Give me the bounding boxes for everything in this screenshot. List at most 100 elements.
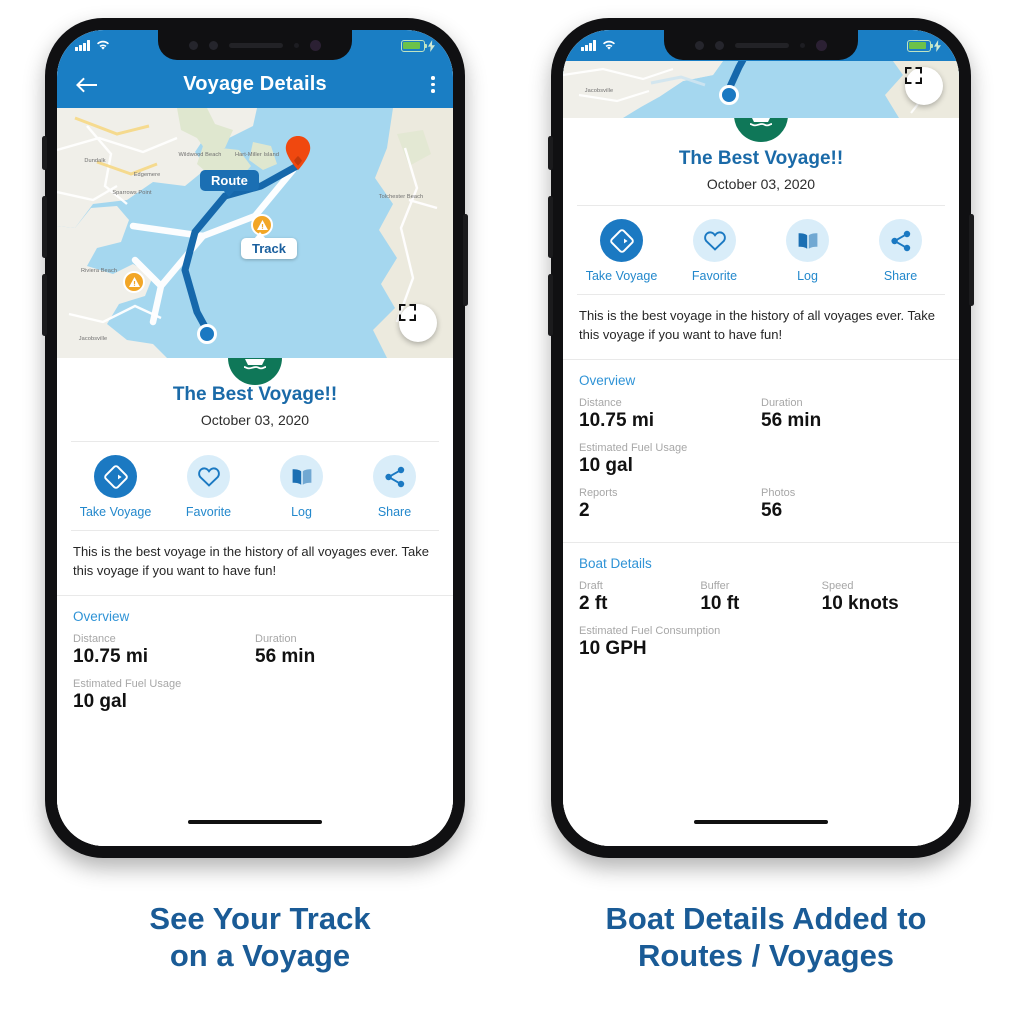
route-callout[interactable]: Route xyxy=(200,170,259,197)
voyage-map-right[interactable]: Jacobsville xyxy=(563,61,959,118)
action-label: Take Voyage xyxy=(79,505,152,519)
mute-switch[interactable] xyxy=(548,136,553,170)
home-indicator[interactable] xyxy=(57,812,453,846)
stat-value: 2 xyxy=(579,499,590,521)
action-log[interactable]: Log xyxy=(761,219,854,283)
action-favorite[interactable]: Favorite xyxy=(162,455,255,519)
mute-switch[interactable] xyxy=(42,136,47,170)
stat-key: Photos xyxy=(761,486,796,499)
dot-projector-icon xyxy=(310,39,321,51)
wifi-icon xyxy=(602,40,615,50)
action-share[interactable]: Share xyxy=(854,219,947,283)
volume-down-button[interactable] xyxy=(42,274,47,336)
action-favorite[interactable]: Favorite xyxy=(668,219,761,283)
action-row-right: Take Voyage Favorite Log Share xyxy=(563,206,959,294)
notch xyxy=(664,30,858,60)
status-right-group xyxy=(907,39,941,52)
book-icon xyxy=(280,455,323,498)
promo-canvas: Voyage Details Dundalk Edgemere Sparrows… xyxy=(0,0,1024,1024)
front-camera-icon xyxy=(695,40,704,50)
earpiece-speaker xyxy=(735,42,789,48)
start-point-icon xyxy=(719,85,739,105)
status-left-group xyxy=(75,40,110,51)
stat-row: Estimated Fuel Usage 10 gal xyxy=(579,442,943,487)
volume-up-button[interactable] xyxy=(42,196,47,258)
map-label: Jacobsville xyxy=(584,88,614,94)
details-scroll-right[interactable]: The Best Voyage!! October 03, 2020 Take … xyxy=(563,118,959,812)
volume-up-button[interactable] xyxy=(548,196,553,258)
stat-value: 10.75 mi xyxy=(579,409,654,431)
action-label: Log xyxy=(291,505,312,519)
stat-key: Duration xyxy=(761,396,803,409)
action-share[interactable]: Share xyxy=(348,455,441,519)
stat-fuel-consumption: Estimated Fuel Consumption 10 GPH xyxy=(579,625,943,660)
stat-duration: Duration 56 min xyxy=(761,397,943,432)
page-title: Voyage Details xyxy=(183,73,327,95)
voyage-map-left[interactable]: Dundalk Edgemere Sparrows Point Wildwood… xyxy=(57,108,453,358)
action-take-voyage[interactable]: Take Voyage xyxy=(69,455,162,519)
stat-value: 56 min xyxy=(255,645,316,667)
section-title: Boat Details xyxy=(579,555,652,571)
section-overview-left: Overview Distance 10.75 mi Duration 56 m… xyxy=(57,596,453,733)
details-scroll-left[interactable]: The Best Voyage!! October 03, 2020 Take … xyxy=(57,358,453,812)
map-label: Dundalk xyxy=(84,158,106,164)
section-title: Overview xyxy=(579,372,636,388)
stat-value: 2 ft xyxy=(579,592,608,614)
front-camera-icon xyxy=(189,40,198,50)
stat-distance: Distance 10.75 mi xyxy=(579,397,761,432)
map-label: Sparrows Point xyxy=(112,190,152,196)
ir-camera-icon xyxy=(209,40,218,50)
action-log[interactable]: Log xyxy=(255,455,348,519)
stat-value: 56 xyxy=(761,499,783,521)
map-label: Tolchester Beach xyxy=(378,194,424,200)
share-icon xyxy=(373,455,416,498)
more-vertical-icon[interactable] xyxy=(431,76,435,93)
ambient-sensor-icon xyxy=(294,42,299,48)
stat-draft: Draft 2 ft xyxy=(579,580,700,615)
status-right-group xyxy=(401,39,435,52)
action-label: Share xyxy=(377,505,412,519)
navigation-arrow-icon xyxy=(94,455,137,498)
action-label: Log xyxy=(797,269,818,283)
power-button[interactable] xyxy=(463,214,468,306)
volume-down-button[interactable] xyxy=(548,274,553,336)
stat-key: Reports xyxy=(579,486,618,499)
action-label: Share xyxy=(883,269,918,283)
stat-value: 56 min xyxy=(761,409,822,431)
map-label: Jacobsville xyxy=(78,336,108,342)
ambient-sensor-icon xyxy=(800,42,805,48)
phone-mockup-right: Jacobsville The Best Voyage!! October 03… xyxy=(548,18,974,858)
voyage-date: October 03, 2020 xyxy=(200,412,310,428)
book-icon xyxy=(786,219,829,262)
navigation-arrow-icon xyxy=(600,219,643,262)
stat-row: Estimated Fuel Usage 10 gal xyxy=(73,678,437,723)
stat-photos: Photos 56 xyxy=(761,487,943,522)
stat-buffer: Buffer 10 ft xyxy=(700,580,821,615)
power-button[interactable] xyxy=(969,214,974,306)
stat-row: Distance 10.75 mi Duration 56 min xyxy=(73,633,437,678)
share-icon xyxy=(879,219,922,262)
stat-value: 10 gal xyxy=(579,454,633,476)
action-take-voyage[interactable]: Take Voyage xyxy=(575,219,668,283)
track-callout[interactable]: Track xyxy=(241,232,297,259)
stat-key: Speed xyxy=(821,579,854,592)
back-arrow-icon[interactable] xyxy=(73,72,99,98)
hazard-warning-icon[interactable] xyxy=(123,271,145,293)
stat-value: 10 knots xyxy=(821,592,899,614)
voyage-title: The Best Voyage!! xyxy=(678,148,844,169)
map-label: Riviera Beach xyxy=(80,268,118,274)
fullscreen-expand-icon[interactable] xyxy=(399,304,437,342)
map-label: Edgemere xyxy=(133,172,161,178)
stat-key: Estimated Fuel Usage xyxy=(73,677,182,690)
charging-bolt-icon xyxy=(428,39,435,52)
action-label: Favorite xyxy=(691,269,738,283)
phone-mockup-left: Voyage Details Dundalk Edgemere Sparrows… xyxy=(42,18,468,858)
stat-key: Distance xyxy=(579,396,622,409)
heart-icon xyxy=(187,455,230,498)
stat-reports: Reports 2 xyxy=(579,487,761,522)
map-pin-icon xyxy=(285,136,311,170)
heart-icon xyxy=(693,219,736,262)
status-left-group xyxy=(581,40,616,51)
home-indicator[interactable] xyxy=(563,812,959,846)
fullscreen-expand-icon[interactable] xyxy=(905,67,943,105)
